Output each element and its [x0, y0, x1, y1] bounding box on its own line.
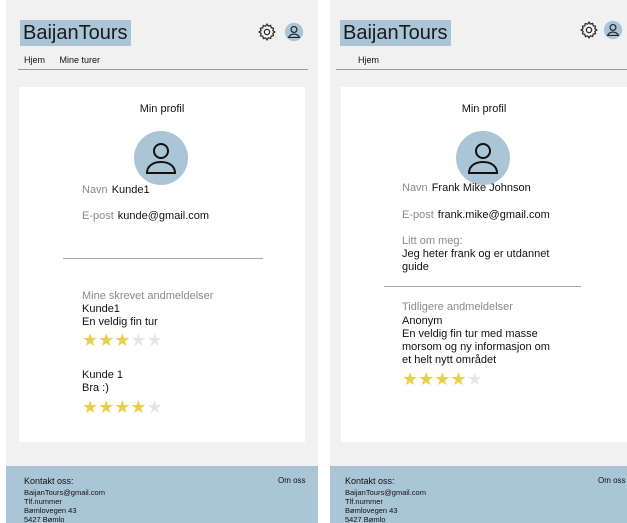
nav-item-home[interactable]: Hjem	[24, 55, 45, 65]
footer-postcode: 5427 Bømlo	[24, 515, 65, 523]
footer-phone: Tlf.nummer	[24, 497, 62, 506]
star-empty-icon: ★	[130, 330, 147, 350]
star-filled-icon: ★	[402, 369, 419, 389]
footer-email: BaijanTours@gmail.com	[24, 488, 105, 497]
profile-screen-customer: BaijanTours Hjem Mine turer Min profil N…	[6, 0, 318, 523]
nav-divider	[336, 69, 627, 70]
gear-icon[interactable]	[257, 22, 277, 42]
star-filled-icon: ★	[434, 369, 451, 389]
review-text-line: morsom og ny informasjon om	[402, 341, 550, 353]
logo[interactable]: BaijanTours	[340, 20, 451, 46]
avatar	[456, 131, 510, 185]
email-field: E-post frank.mike@gmail.com	[402, 209, 550, 221]
star-filled-icon: ★	[98, 397, 115, 417]
email-value: frank.mike@gmail.com	[437, 209, 550, 221]
email-value: kunde@gmail.com	[117, 210, 210, 222]
name-value: Frank Mike Johnson	[431, 182, 531, 194]
star-filled-icon: ★	[98, 330, 115, 350]
footer: Kontakt oss: BaijanTours@gmail.com Tlf.n…	[330, 466, 627, 523]
footer-address: Bømlovegen 43	[24, 506, 77, 515]
star-rating: ★★★★★	[82, 331, 163, 349]
name-field: Navn Kunde1	[82, 184, 150, 196]
star-filled-icon: ★	[130, 397, 147, 417]
about-link[interactable]: Om oss	[278, 476, 306, 485]
about-text-line: Jeg heter frank og er utdannet	[402, 248, 550, 260]
main-nav: Hjem	[358, 55, 391, 65]
name-label: Navn	[402, 182, 428, 194]
star-filled-icon: ★	[82, 330, 99, 350]
email-field: E-post kunde@gmail.com	[82, 210, 209, 222]
gear-icon[interactable]	[579, 20, 599, 40]
user-icon[interactable]	[284, 22, 304, 42]
about-label: Litt om meg:	[402, 235, 463, 247]
logo[interactable]: BaijanTours	[20, 20, 131, 46]
review-text-line: En veldig fin tur med masse	[402, 328, 538, 340]
nav-item-home[interactable]: Hjem	[358, 55, 379, 65]
name-label: Navn	[82, 184, 108, 196]
profile-screen-guide: BaijanTours Hjem Min profil Navn Frank Mi…	[330, 0, 627, 523]
footer-email: BaijanTours@gmail.com	[345, 488, 426, 497]
reviews-heading: Tidligere andmeldelser	[402, 301, 513, 313]
star-filled-icon: ★	[114, 397, 131, 417]
footer-address: Bømlovegen 43	[345, 506, 398, 515]
page-title: Min profil	[461, 103, 507, 115]
review-author: Anonym	[402, 315, 443, 327]
name-value: Kunde1	[111, 184, 150, 196]
about-text-line: guide	[402, 261, 429, 273]
star-empty-icon: ★	[146, 330, 163, 350]
about-link[interactable]: Om oss	[598, 476, 626, 485]
divider	[384, 286, 581, 287]
review-text-line: et helt nytt området	[402, 354, 497, 366]
star-rating: ★★★★★	[402, 370, 483, 388]
review-author: Kunde1	[82, 303, 120, 315]
review-author: Kunde 1	[82, 369, 123, 381]
footer: Kontakt oss: BaijanTours@gmail.com Tlf.n…	[6, 466, 318, 523]
name-field: Navn Frank Mike Johnson	[402, 182, 531, 194]
reviews-heading: Mine skrevet andmeldelser	[82, 290, 214, 302]
review-text: Bra :)	[82, 382, 109, 394]
user-icon[interactable]	[603, 20, 623, 40]
email-label: E-post	[402, 209, 434, 221]
star-filled-icon: ★	[114, 330, 131, 350]
user-icon	[467, 143, 499, 174]
star-empty-icon: ★	[466, 369, 483, 389]
profile-card: Min profil Navn Frank Mike Johnson E-post…	[341, 87, 627, 442]
user-icon	[145, 143, 177, 174]
avatar	[134, 131, 188, 185]
star-filled-icon: ★	[450, 369, 467, 389]
nav-divider	[18, 69, 308, 70]
footer-title: Kontakt oss:	[24, 476, 74, 486]
profile-card: Min profil Navn Kunde1 E-post kunde@gmail.…	[19, 87, 305, 442]
main-nav: Hjem Mine turer	[24, 55, 112, 65]
review-text: En veldig fin tur	[82, 316, 158, 328]
email-label: E-post	[82, 210, 114, 222]
star-filled-icon: ★	[418, 369, 435, 389]
nav-item-my-tours[interactable]: Mine turer	[60, 55, 101, 65]
star-filled-icon: ★	[82, 397, 99, 417]
star-rating: ★★★★★	[82, 398, 163, 416]
footer-phone: Tlf.nummer	[345, 497, 383, 506]
star-empty-icon: ★	[146, 397, 163, 417]
page-title: Min profil	[139, 103, 185, 115]
footer-postcode: 5427 Bømlo	[345, 515, 386, 523]
footer-title: Kontakt oss:	[345, 476, 395, 486]
divider	[63, 258, 263, 259]
